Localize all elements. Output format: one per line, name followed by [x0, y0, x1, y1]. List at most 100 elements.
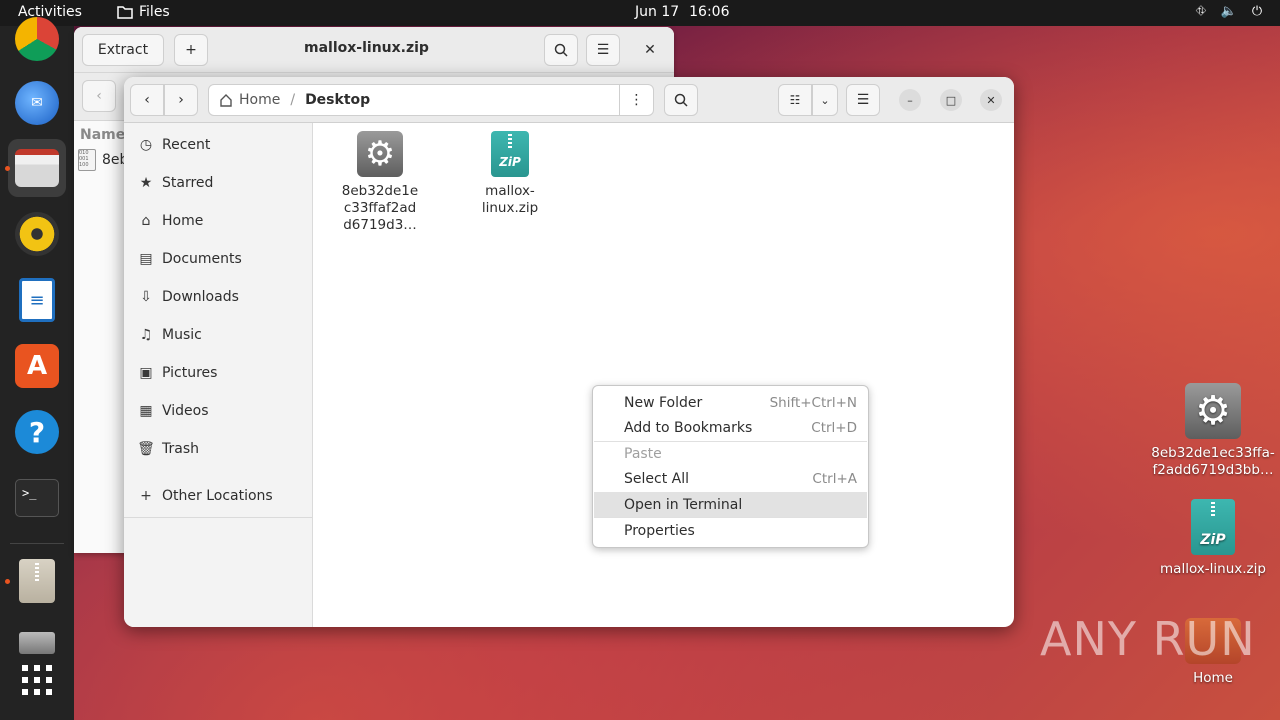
sidebar-item-label: Videos: [162, 403, 209, 419]
rhythmbox-icon: [15, 212, 59, 256]
dock-writer[interactable]: ≡: [8, 271, 66, 329]
close-button[interactable]: ✕: [980, 89, 1002, 111]
desktop-icon-executable[interactable]: ⚙ 8eb32de1ec33ffa- f2add6719d3bb…: [1143, 383, 1280, 479]
menu-item-new-folder[interactable]: New Folder Shift+Ctrl+N: [594, 390, 867, 415]
sidebar-item-pictures[interactable]: ▣ Pictures: [124, 354, 312, 392]
download-icon: ⇩: [140, 289, 152, 305]
file-name: 8eb32de1e: [341, 183, 419, 199]
videos-icon: ▦: [139, 403, 153, 419]
dock-rhythmbox[interactable]: [8, 205, 66, 263]
close-button[interactable]: ✕: [636, 34, 664, 66]
add-button[interactable]: +: [174, 34, 208, 66]
sidebar-item-label: Recent: [162, 137, 211, 153]
back-button[interactable]: ‹: [130, 84, 164, 116]
clock-time: 16:06: [689, 4, 730, 20]
watermark: ANY RUN: [1040, 612, 1256, 666]
desktop-icon-label: mallox-linux.zip: [1160, 561, 1266, 577]
menu-item-properties[interactable]: Properties: [594, 518, 867, 543]
menu-item-label: Open in Terminal: [624, 496, 743, 513]
search-button[interactable]: [544, 34, 578, 66]
maximize-button[interactable]: □: [940, 89, 962, 111]
sidebar-item-videos[interactable]: ▦ Videos: [124, 392, 312, 430]
close-icon: ✕: [986, 93, 996, 107]
sidebar-item-trash[interactable]: 🗑 Trash: [124, 430, 312, 468]
dock-divider: [10, 543, 64, 544]
main-menu-button[interactable]: ☰: [846, 84, 880, 116]
column-header-name[interactable]: Name: [80, 127, 125, 143]
app-menu[interactable]: Files: [117, 4, 170, 20]
star-icon: ★: [139, 175, 153, 191]
list-view-icon: ☷: [789, 93, 801, 107]
sidebar-item-home[interactable]: ⌂ Home: [124, 202, 312, 240]
clock[interactable]: Jun 17 16:06: [635, 4, 730, 20]
archive-header: Extract + mallox-linux.zip ☰ ✕: [74, 27, 674, 73]
hamburger-icon: ☰: [856, 92, 870, 108]
power-icon: ⏻: [1251, 3, 1263, 19]
sidebar-item-label: Home: [162, 213, 204, 229]
gear-icon: ⚙: [357, 131, 403, 177]
dock-terminal[interactable]: >_: [8, 469, 66, 527]
zip-file-icon: ZiP: [491, 131, 529, 177]
music-icon: ♫: [139, 327, 153, 343]
path-bar: Home / Desktop ⋮: [208, 84, 654, 116]
archive-manager-icon: [19, 559, 55, 603]
dock-app-center[interactable]: A: [8, 337, 66, 395]
network-icon: ⛗: [1195, 3, 1207, 19]
terminal-icon: >_: [15, 479, 59, 517]
sidebar-item-label: Music: [162, 327, 202, 343]
menu-button[interactable]: ☰: [586, 34, 620, 66]
menu-item-accel: Ctrl+D: [811, 419, 857, 436]
folder-icon: [117, 6, 133, 19]
sidebar-item-label: Downloads: [162, 289, 239, 305]
path-home[interactable]: Home: [209, 92, 280, 108]
dock-files[interactable]: [8, 139, 66, 197]
sidebar-item-recent[interactable]: ◷ Recent: [124, 126, 312, 164]
menu-item-add-to-bookmarks[interactable]: Add to Bookmarks Ctrl+D: [594, 415, 867, 440]
dock-archive-manager[interactable]: [8, 552, 66, 610]
status-area[interactable]: ⛗ 🔈 ⏻: [1194, 3, 1264, 19]
menu-item-select-all[interactable]: Select All Ctrl+A: [594, 466, 867, 491]
path-menu-button[interactable]: ⋮: [619, 85, 653, 115]
sidebar-item-other-locations[interactable]: + Other Locations: [124, 477, 312, 515]
show-apps-button[interactable]: [8, 651, 66, 709]
sidebar-item-downloads[interactable]: ⇩ Downloads: [124, 278, 312, 316]
chrome-icon: [15, 17, 59, 61]
forward-button[interactable]: ›: [164, 84, 198, 116]
plus-icon: +: [140, 488, 152, 504]
sidebar-item-label: Other Locations: [162, 488, 273, 504]
extract-button[interactable]: Extract: [82, 34, 164, 66]
dock-chrome[interactable]: [8, 10, 66, 68]
view-options-button[interactable]: ⌄: [812, 84, 838, 116]
search-icon: [674, 93, 688, 107]
path-home-label: Home: [239, 92, 281, 108]
file-name: mallox-: [485, 183, 535, 199]
back-button[interactable]: ‹: [82, 80, 116, 112]
files-header: ‹ › Home / Desktop ⋮ ☷ ⌄ ☰ – □ ✕: [124, 77, 1014, 123]
menu-item-label: New Folder: [624, 394, 703, 411]
search-button[interactable]: [664, 84, 698, 116]
file-name: linux.zip: [481, 200, 539, 216]
desktop-icon-zip[interactable]: ZiP mallox-linux.zip: [1143, 499, 1280, 578]
dock-help[interactable]: ?: [8, 403, 66, 461]
hamburger-icon: ☰: [596, 42, 610, 58]
file-item-zip[interactable]: ZiP mallox- linux.zip: [450, 131, 570, 217]
dock-thunderbird[interactable]: ✉: [8, 74, 66, 132]
path-current[interactable]: Desktop: [305, 92, 370, 108]
file-item-executable[interactable]: ⚙ 8eb32de1e c33ffaf2ad d6719d3…: [320, 131, 440, 234]
top-bar: Activities Files Jun 17 16:06 ⛗ 🔈 ⏻: [0, 0, 1280, 26]
document-icon: ▤: [139, 251, 153, 267]
menu-item-open-in-terminal[interactable]: Open in Terminal: [594, 492, 867, 517]
sidebar-item-starred[interactable]: ★ Starred: [124, 164, 312, 202]
home-icon: [220, 94, 232, 107]
minimize-icon: –: [907, 93, 913, 107]
desktop-icon-label: Home: [1193, 670, 1233, 686]
minimize-button[interactable]: –: [899, 89, 921, 111]
view-list-button[interactable]: ☷: [778, 84, 812, 116]
sidebar-item-music[interactable]: ♫ Music: [124, 316, 312, 354]
dock: ✉ ≡ A ? >_: [0, 17, 74, 720]
chevron-down-icon: ⌄: [820, 93, 830, 107]
pictures-icon: ▣: [139, 365, 153, 381]
search-icon: [554, 43, 568, 57]
list-item[interactable]: 010 001 100 8eb: [78, 149, 128, 171]
sidebar-item-documents[interactable]: ▤ Documents: [124, 240, 312, 278]
